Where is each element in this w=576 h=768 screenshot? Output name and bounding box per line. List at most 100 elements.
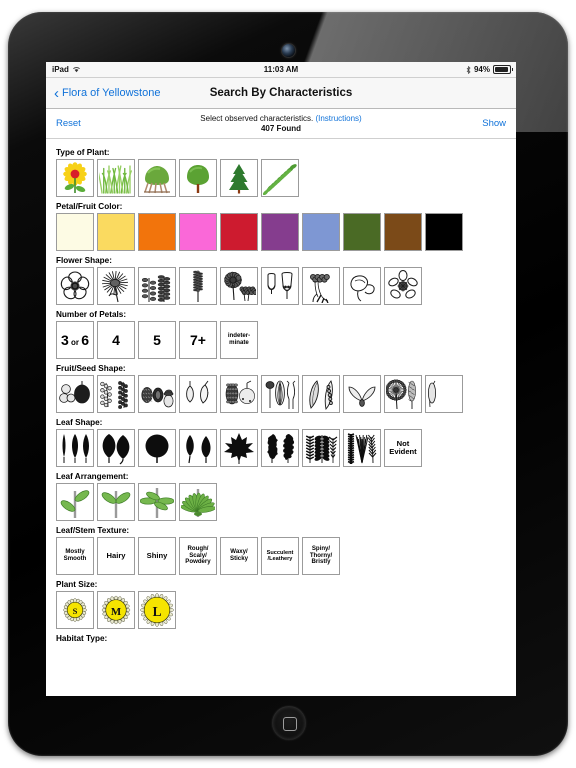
option-flower-catkin-icon[interactable] [179,267,217,305]
flower-radial-5petal-icon [60,271,90,300]
option-sunflower-wildflower-icon[interactable] [56,159,94,197]
section-number-of-petals: Number of Petals: 3 or 6 4 5 7+ indeter-minat… [46,310,516,361]
leaf-ovate-heart-icon [102,434,130,465]
option-leaf-arrangement-basal-icon[interactable] [179,483,217,521]
fruit-capsule-icon [186,380,209,404]
home-button[interactable] [272,706,306,740]
option-leaf-arrangement-whorled-icon[interactable] [138,483,176,521]
option-petals-indeterminate[interactable]: indeter-minate [220,321,258,359]
option-leaf-oak-toothed-icon[interactable] [261,429,299,467]
option-texture-hairy[interactable]: Hairy [97,537,135,575]
option-leaf-compound-pinnate-icon[interactable] [302,429,340,467]
option-plant-size-large-icon[interactable]: L [138,591,176,629]
color-swatch-black[interactable] [425,213,463,251]
option-label: 5 [153,332,161,348]
option-shrub-icon[interactable] [138,159,176,197]
option-fruit-seedhead-icon[interactable] [261,375,299,413]
fruit-berry-icon [59,381,90,404]
option-petals-7plus[interactable]: 7+ [179,321,217,359]
option-texture-mostly-smooth[interactable]: Mostly Smooth [56,537,94,575]
option-leaf-arrangement-alternate-icon[interactable] [56,483,94,521]
option-flower-umbel-cluster-icon[interactable] [220,267,258,305]
color-swatch-pink[interactable] [179,213,217,251]
option-flower-bell-icon[interactable] [261,267,299,305]
plant-size-small-icon: S [63,598,87,622]
option-flower-tubular-icon[interactable] [302,267,340,305]
option-plant-size-small-icon[interactable]: S [56,591,94,629]
color-swatch-yellow[interactable] [97,213,135,251]
sub-toolbar-center: Select observed characteristics. (Instru… [46,114,516,134]
option-leaf-maple-lobed-icon[interactable] [220,429,258,467]
option-grass-icon[interactable] [97,159,135,197]
option-leaf-linear-lanceolate-icon[interactable] [56,429,94,467]
option-plant-size-medium-icon[interactable]: M [97,591,135,629]
option-leaf-round-icon[interactable] [138,429,176,467]
color-swatch-red[interactable] [220,213,258,251]
options-row-fruit-seed-shape [56,375,516,413]
option-fruit-partial-offscreen-icon[interactable] [425,375,463,413]
option-texture-succulent-leathery[interactable]: Succulent/Leathery [261,537,299,575]
flower-composite-daisy-icon [102,271,129,303]
option-conifer-tree-icon[interactable] [220,159,258,197]
flower-orchid-icon [388,270,418,299]
ipad-screen: iPad 11:03 AM 94% ‹ Flora of Yellowstone [46,62,516,696]
option-deciduous-tree-icon[interactable] [179,159,217,197]
battery-icon [493,65,513,74]
color-swatch-purple[interactable] [261,213,299,251]
option-fruit-cone-apple-icon[interactable] [220,375,258,413]
option-fruit-berry-cluster-icon[interactable] [97,375,135,413]
flower-spike-raceme-icon [141,275,171,302]
option-label: 7+ [190,332,206,348]
leaf-oak-toothed-icon [267,434,295,463]
option-label: indeter-minate [227,332,251,346]
section-label-leaf-stem-texture: Leaf/Stem Texture: [56,526,130,535]
option-leaf-not-evident[interactable]: Not Evident [384,429,422,467]
color-swatch-green[interactable] [343,213,381,251]
option-fruit-pod-icon[interactable] [302,375,340,413]
leaf-arrangement-whorled-icon [140,488,174,518]
option-texture-rough-scaly-powdery[interactable]: Rough/Scaly/Powdery [179,537,217,575]
section-leaf-shape: Leaf Shape: Not Evident [46,418,516,469]
option-leaf-ovate-heart-icon[interactable] [97,429,135,467]
option-fern-icon[interactable] [261,159,299,197]
option-fruit-winged-samara-icon[interactable] [343,375,381,413]
section-petal-fruit-color: Petal/Fruit Color: [46,202,516,253]
option-petals-4[interactable]: 4 [97,321,135,359]
option-flower-spike-raceme-icon[interactable] [138,267,176,305]
option-fruit-capsule-icon[interactable] [179,375,217,413]
option-fruit-berry-icon[interactable] [56,375,94,413]
option-leaf-arrangement-opposite-icon[interactable] [97,483,135,521]
sunflower-wildflower-icon [63,162,87,193]
option-label: Rough/Scaly/Powdery [185,545,211,566]
option-fruit-tufted-seed-icon[interactable] [384,375,422,413]
option-leaf-spatulate-icon[interactable] [179,429,217,467]
section-leaf-arrangement: Leaf Arrangement: [46,472,516,523]
instructions-link[interactable]: (Instructions) [315,114,361,123]
color-swatch-orange[interactable] [138,213,176,251]
section-label-fruit-seed-shape: Fruit/Seed Shape: [56,364,126,373]
color-swatch-blue[interactable] [302,213,340,251]
color-swatch-brown[interactable] [384,213,422,251]
option-petals-5[interactable]: 5 [138,321,176,359]
option-flower-radial-5petal-icon[interactable] [56,267,94,305]
option-label: Hairy [106,550,126,560]
flower-bell-icon [267,272,293,299]
option-petals-3-or-6[interactable]: 3 or 6 [56,321,94,359]
option-fruit-nut-acorn-icon[interactable] [138,375,176,413]
option-texture-shiny[interactable]: Shiny [138,537,176,575]
fruit-cone-apple-icon [225,380,255,405]
fruit-partial-offscreen-icon [428,380,436,408]
fruit-winged-samara-icon [348,386,376,407]
section-label-number-of-petals: Number of Petals: [56,310,127,319]
option-flower-composite-daisy-icon[interactable] [97,267,135,305]
option-texture-waxy-sticky[interactable]: Waxy/Sticky [220,537,258,575]
show-button[interactable]: Show [482,118,506,129]
option-leaf-needle-icon[interactable] [343,429,381,467]
color-swatch-white[interactable] [56,213,94,251]
plant-size-medium-icon: M [101,595,131,625]
option-flower-irregular-pea-icon[interactable] [343,267,381,305]
option-flower-orchid-icon[interactable] [384,267,422,305]
navigation-bar: ‹ Flora of Yellowstone Search By Charact… [46,78,516,109]
option-texture-spiny-thorny-bristly[interactable]: Spiny/Thorny/Bristly [302,537,340,575]
status-right: 94% [466,65,513,74]
